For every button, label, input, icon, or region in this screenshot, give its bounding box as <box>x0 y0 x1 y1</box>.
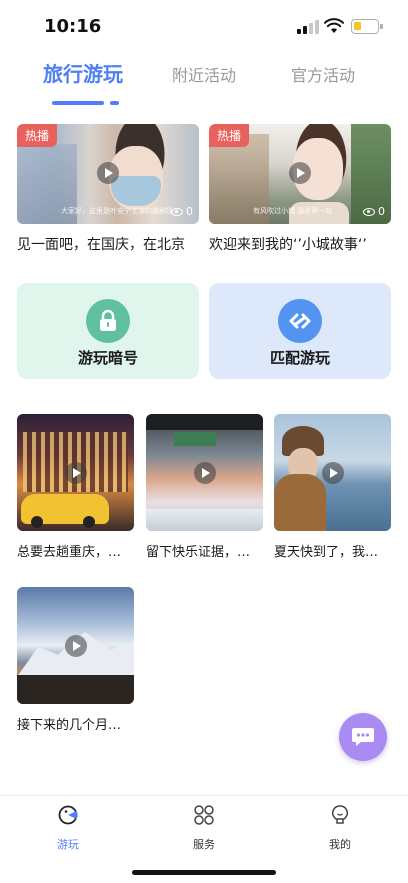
view-count: 0 <box>363 205 385 218</box>
eye-icon <box>171 207 183 216</box>
nav-service[interactable]: 服务 <box>164 804 244 852</box>
view-count-value: 0 <box>186 205 193 218</box>
featured-thumbnail[interactable]: 热播 大家好，这里是叶安宁主演的微剧场 0 <box>17 124 199 224</box>
featured-thumbnail[interactable]: 热播 有风吹过小城 温柔第一站 0 <box>209 124 391 224</box>
play-face-icon <box>58 805 78 825</box>
status-time: 10:16 <box>44 16 102 37</box>
featured-card[interactable]: 热播 有风吹过小城 温柔第一站 0 欢迎来到我的‘’小城故事‘’ <box>209 124 391 254</box>
lock-icon <box>86 299 130 343</box>
tab-official[interactable]: 官方活动 <box>291 62 355 86</box>
video-item[interactable]: 总要去趟重庆，… <box>17 414 134 560</box>
video-item[interactable]: 夏天快到了，我… <box>274 414 391 560</box>
travel-code-label: 游玩暗号 <box>77 349 138 367</box>
featured-title[interactable]: 欢迎来到我的‘’小城故事‘’ <box>209 234 391 254</box>
travel-code-card[interactable]: 游玩暗号 <box>17 283 199 379</box>
eye-icon <box>363 207 375 216</box>
match-travel-label: 匹配游玩 <box>269 349 330 367</box>
video-title[interactable]: 总要去趟重庆，… <box>17 541 134 560</box>
hot-badge: 热播 <box>17 124 58 147</box>
tab-indicator-dot <box>110 101 119 105</box>
play-icon[interactable] <box>65 462 87 484</box>
grid-circles-icon <box>194 805 214 825</box>
video-thumbnail[interactable] <box>17 587 134 704</box>
video-caption: 大家好，这里是叶安宁主演的微剧场 <box>61 207 173 215</box>
wifi-icon <box>324 18 344 33</box>
hot-badge: 热播 <box>209 124 250 147</box>
view-count: 0 <box>171 205 193 218</box>
play-icon[interactable] <box>322 462 344 484</box>
video-item[interactable]: 留下快乐证据，… <box>146 414 263 560</box>
tab-travel[interactable]: 旅行游玩 <box>43 58 123 87</box>
video-thumbnail[interactable] <box>17 414 134 531</box>
video-thumbnail[interactable] <box>146 414 263 531</box>
chat-bubble-icon <box>352 728 374 746</box>
match-travel-card[interactable]: 匹配游玩 <box>209 283 391 379</box>
featured-card[interactable]: 热播 大家好，这里是叶安宁主演的微剧场 0 见一面吧，在国庆，在北京 <box>17 124 199 254</box>
video-title[interactable]: 夏天快到了，我… <box>274 541 391 560</box>
nav-play[interactable]: 游玩 <box>28 804 108 852</box>
video-thumbnail[interactable] <box>274 414 391 531</box>
cellular-signal-icon <box>297 20 319 34</box>
play-icon[interactable] <box>194 462 216 484</box>
nav-play-label: 游玩 <box>57 838 79 851</box>
view-count-value: 0 <box>378 205 385 218</box>
nav-service-label: 服务 <box>193 838 215 851</box>
play-icon[interactable] <box>97 162 119 184</box>
play-icon[interactable] <box>65 635 87 657</box>
video-item[interactable]: 接下来的几个月… <box>17 587 134 733</box>
chat-fab-button[interactable] <box>339 713 387 761</box>
profile-icon <box>332 805 348 824</box>
status-bar: 10:16 <box>0 0 408 54</box>
featured-title[interactable]: 见一面吧，在国庆，在北京 <box>17 234 199 254</box>
video-title[interactable]: 留下快乐证据，… <box>146 541 263 560</box>
tab-indicator <box>52 101 104 105</box>
video-title[interactable]: 接下来的几个月… <box>17 714 134 733</box>
tab-nearby[interactable]: 附近活动 <box>172 62 236 86</box>
home-indicator <box>132 870 276 875</box>
video-caption: 有风吹过小城 温柔第一站 <box>253 207 333 215</box>
nav-mine-label: 我的 <box>329 838 351 851</box>
battery-icon <box>351 19 383 34</box>
nav-mine[interactable]: 我的 <box>300 804 380 852</box>
play-icon[interactable] <box>289 162 311 184</box>
link-icon <box>278 299 322 343</box>
